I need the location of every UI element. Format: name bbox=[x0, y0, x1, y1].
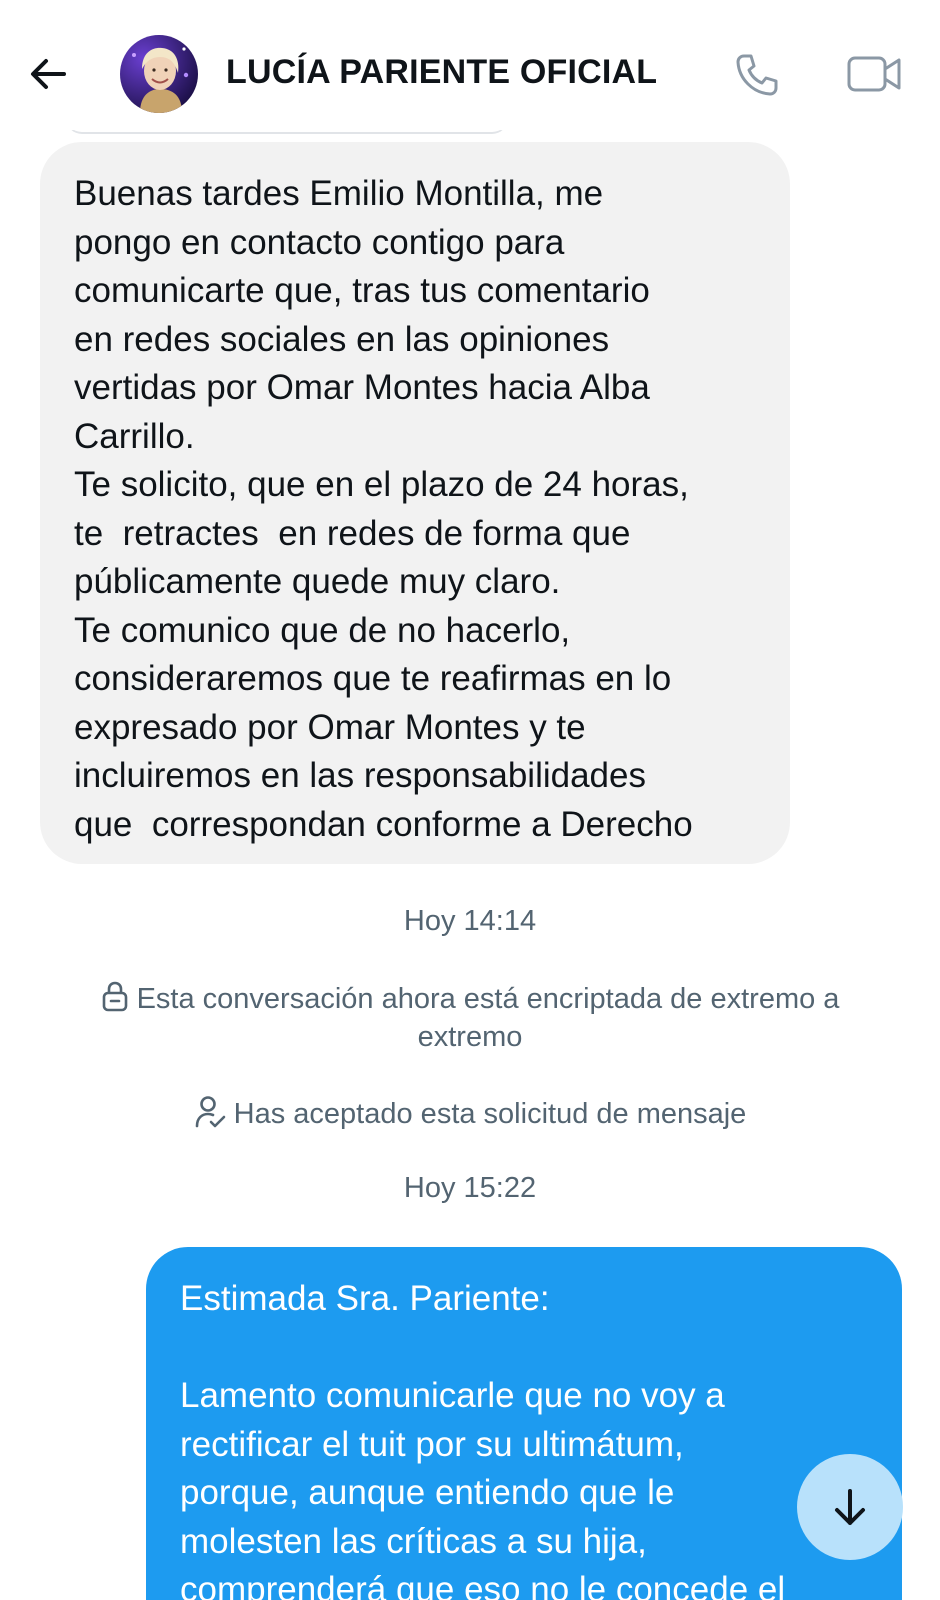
outgoing-message-bubble[interactable]: Estimada Sra. Pariente: Lamento comunica… bbox=[146, 1247, 902, 1600]
call-button[interactable] bbox=[732, 50, 782, 100]
phone-icon bbox=[736, 54, 778, 96]
lock-icon bbox=[102, 981, 127, 1012]
arrow-down-icon bbox=[835, 1489, 865, 1525]
person-check-icon bbox=[195, 1096, 225, 1128]
message-timestamp: Hoy 14:14 bbox=[403, 905, 537, 937]
outgoing-message-text: Estimada Sra. Pariente: Lamento comunica… bbox=[180, 1279, 786, 1600]
scroll-to-bottom-button[interactable] bbox=[797, 1454, 903, 1560]
back-button[interactable] bbox=[22, 48, 74, 100]
accepted-request-notice: Has aceptado esta solicitud de mensaje bbox=[0, 1095, 940, 1131]
contact-name[interactable]: LUCÍA PARIENTE OFICIAL bbox=[226, 53, 657, 92]
accepted-request-text: Has aceptado esta solicitud de mensaje bbox=[233, 1098, 747, 1130]
arrow-left-icon bbox=[31, 59, 66, 89]
video-call-button[interactable] bbox=[844, 48, 904, 100]
video-camera-icon bbox=[847, 56, 901, 92]
dm-conversation-screen: LUCÍA PARIENTE OFICIAL Buenas tardes Emi… bbox=[0, 0, 940, 1600]
encryption-notice-text: Esta conversación ahora está encriptada … bbox=[136, 983, 840, 1053]
conversation-header: LUCÍA PARIENTE OFICIAL bbox=[0, 0, 940, 130]
message-timestamp: Hoy 15:22 bbox=[403, 1172, 537, 1204]
incoming-message-bubble[interactable]: Buenas tardes Emilio Montilla, me pongo … bbox=[40, 142, 790, 864]
encryption-notice: Esta conversación ahora está encriptada … bbox=[0, 980, 940, 1056]
incoming-message-text: Buenas tardes Emilio Montilla, me pongo … bbox=[74, 174, 693, 844]
avatar[interactable] bbox=[120, 35, 198, 113]
